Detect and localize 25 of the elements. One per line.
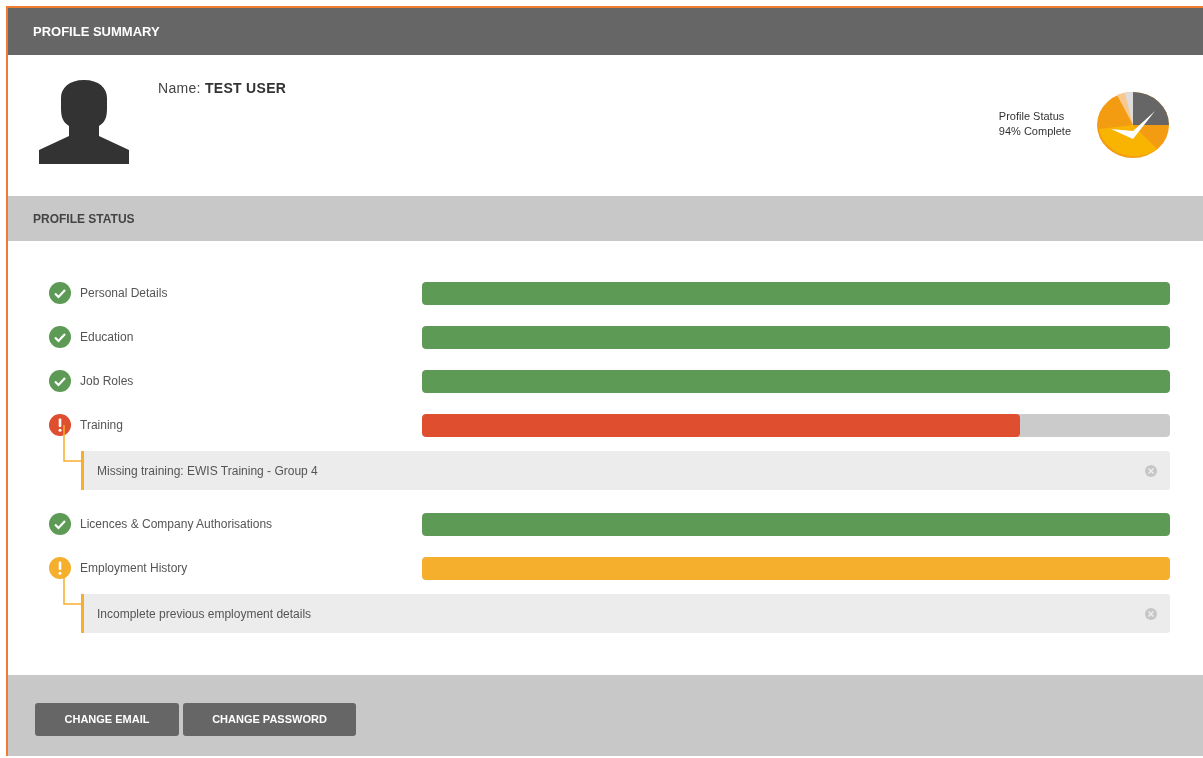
completion-check-icon bbox=[1097, 91, 1169, 159]
issue-text: Missing training: EWIS Training - Group 4 bbox=[97, 463, 319, 478]
exclamation-circle-icon bbox=[49, 414, 71, 436]
status-label: Employment History bbox=[80, 561, 189, 575]
change-password-button[interactable]: CHANGE PASSWORD bbox=[183, 702, 356, 736]
status-label: Personal Details bbox=[80, 286, 169, 300]
header-title: PROFILE SUMMARY bbox=[8, 8, 1203, 55]
exclamation-circle-icon bbox=[49, 557, 71, 579]
status-label: Education bbox=[80, 330, 135, 344]
change-email-button[interactable]: CHANGE EMAIL bbox=[35, 702, 179, 736]
issue-text: Incomplete previous employment details bbox=[97, 606, 313, 621]
dismiss-icon[interactable] bbox=[1144, 463, 1158, 478]
status-label: Job Roles bbox=[80, 374, 135, 388]
profile-status-label: Profile Status bbox=[998, 109, 1066, 124]
avatar-silhouette-icon bbox=[39, 80, 129, 164]
check-circle-icon bbox=[49, 326, 71, 348]
dismiss-icon[interactable] bbox=[1144, 606, 1158, 621]
status-label: Licences & Company Authorisations bbox=[80, 517, 274, 531]
check-circle-icon bbox=[49, 513, 71, 535]
check-circle-icon bbox=[49, 370, 71, 392]
status-label: Training bbox=[80, 418, 124, 432]
user-name: Name: TEST USER bbox=[158, 80, 287, 98]
section-title: PROFILE STATUS bbox=[8, 196, 1203, 241]
profile-status-value: 94% Complete bbox=[998, 124, 1071, 139]
check-circle-icon bbox=[49, 282, 71, 304]
